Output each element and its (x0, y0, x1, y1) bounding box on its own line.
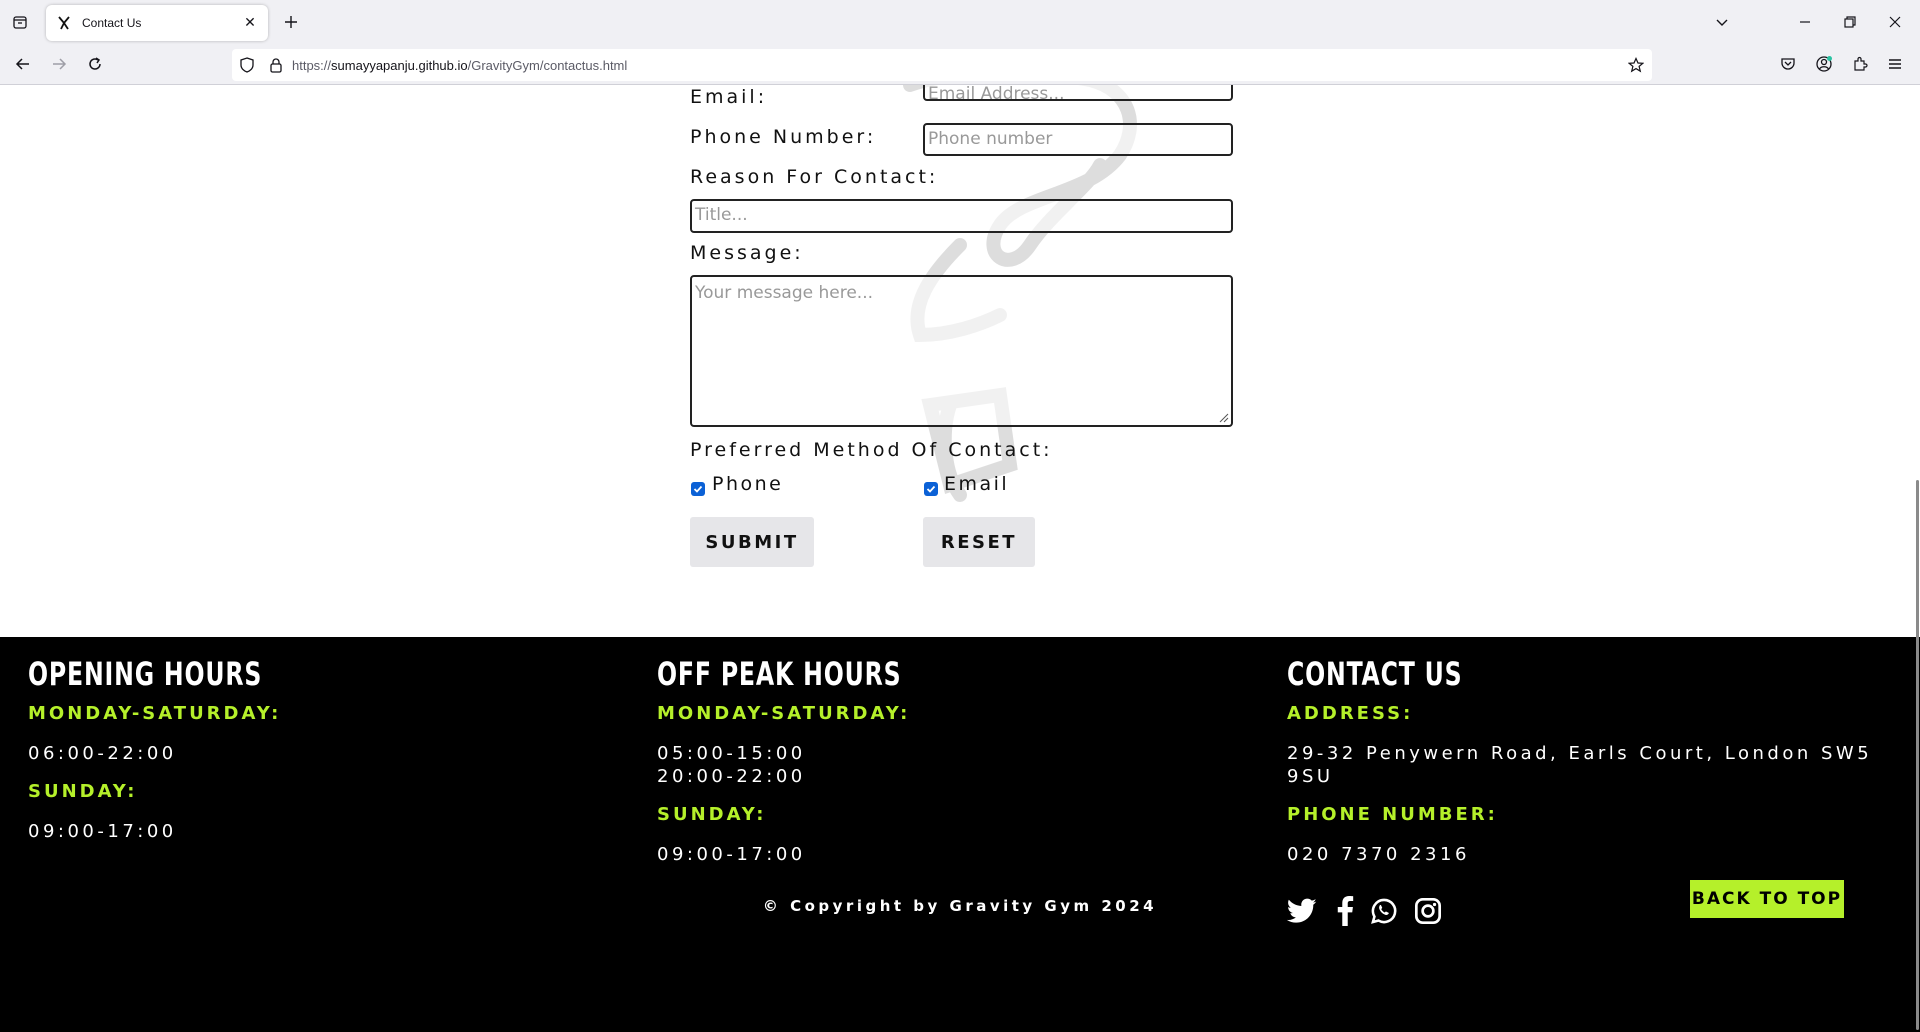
opening-hours-title: OPENING HOURS (28, 655, 263, 693)
opening-weekday-hours: 06:00-22:00 (28, 743, 177, 764)
address-line-2: 9SU (1287, 766, 1334, 787)
footer: OPENING HOURS MONDAY-SATURDAY: 06:00-22:… (0, 637, 1920, 1032)
reason-input[interactable]: Title... (690, 199, 1233, 233)
extensions-icon[interactable] (1849, 53, 1871, 75)
page-scrollbar[interactable] (1916, 480, 1919, 1030)
checkmark-icon (693, 485, 703, 493)
shield-icon[interactable] (239, 57, 255, 77)
address-line-1: 29-32 Penywern Road, Earls Court, London… (1287, 743, 1873, 764)
contact-us-title: CONTACT US (1287, 655, 1463, 693)
phone-option-label[interactable]: Phone (712, 473, 783, 495)
opening-sunday-hours: 09:00-17:00 (28, 821, 177, 842)
opening-weekday-label: MONDAY-SATURDAY: (28, 703, 282, 724)
account-icon[interactable] (1813, 53, 1835, 75)
phone-number-value: 020 7370 2316 (1287, 844, 1470, 865)
offpeak-sunday-hours: 09:00-17:00 (657, 844, 806, 865)
new-tab-icon[interactable] (280, 11, 302, 33)
phone-placeholder: Phone number (928, 129, 1053, 149)
checkmark-icon (926, 485, 936, 493)
browser-tab[interactable]: Contact Us ✕ (46, 5, 268, 41)
restore-icon[interactable] (1838, 10, 1862, 34)
resize-grip-icon[interactable] (1217, 411, 1229, 423)
email-option-label[interactable]: Email (944, 473, 1009, 495)
back-to-top-button[interactable]: BACK TO TOP (1690, 880, 1844, 918)
forward-arrow-icon[interactable] (47, 52, 71, 76)
tab-title: Contact Us (82, 16, 142, 30)
phone-checkbox[interactable] (691, 482, 705, 496)
pocket-icon[interactable] (1777, 53, 1799, 75)
tab-bar: Contact Us ✕ (0, 0, 1920, 44)
copyright-text: © Copyright by Gravity Gym 2024 (762, 897, 1158, 915)
address-label: ADDRESS: (1287, 703, 1414, 724)
close-window-icon[interactable] (1883, 10, 1907, 34)
menu-icon[interactable] (1884, 53, 1906, 75)
back-arrow-icon[interactable] (11, 52, 35, 76)
browser-chrome: Contact Us ✕ https://sumayyapanju.github… (0, 0, 1920, 85)
phone-number-footer-label: PHONE NUMBER: (1287, 804, 1498, 825)
email-checkbox[interactable] (924, 482, 938, 496)
close-tab-icon[interactable]: ✕ (240, 13, 260, 33)
minimize-icon[interactable] (1793, 10, 1817, 34)
page-content: Email: Email Address... Phone Number: Ph… (0, 85, 1920, 1032)
preferred-method-label: Preferred Method Of Contact: (690, 439, 1053, 461)
off-peak-hours-title: OFF PEAK HOURS (657, 655, 902, 693)
email-label: Email: (690, 86, 768, 108)
offpeak-sunday-label: SUNDAY: (657, 804, 767, 825)
tab-list-icon[interactable] (8, 10, 32, 34)
offpeak-weekday-hours-2: 20:00-22:00 (657, 766, 806, 787)
opening-sunday-label: SUNDAY: (28, 781, 138, 802)
gym-favicon-icon (56, 15, 72, 31)
phone-number-input[interactable]: Phone number (923, 123, 1233, 156)
reason-label: Reason For Contact: (690, 166, 939, 188)
url-path: /GravityGym/contactus.html (467, 58, 628, 73)
reload-icon[interactable] (83, 52, 107, 76)
url-host: sumayyapanju.github.io (331, 58, 468, 73)
offpeak-weekday-hours-1: 05:00-15:00 (657, 743, 806, 764)
reason-placeholder: Title... (695, 205, 748, 225)
message-placeholder: Your message here... (695, 283, 874, 303)
message-label: Message: (690, 242, 804, 264)
submit-button[interactable]: SUBMIT (690, 517, 814, 567)
chevron-down-icon[interactable] (1710, 10, 1734, 34)
email-input[interactable]: Email Address... (923, 85, 1233, 101)
reset-button[interactable]: RESET (923, 517, 1035, 567)
offpeak-weekday-label: MONDAY-SATURDAY: (657, 703, 911, 724)
lock-icon[interactable] (268, 57, 284, 77)
phone-number-label: Phone Number: (690, 126, 877, 148)
navigation-bar: https://sumayyapanju.github.io/GravityGy… (0, 44, 1920, 85)
url-prefix: https:// (292, 58, 332, 73)
url-text: https://sumayyapanju.github.io/GravityGy… (292, 58, 627, 73)
email-placeholder: Email Address... (928, 85, 1065, 101)
message-textarea[interactable]: Your message here... (690, 275, 1233, 427)
address-bar[interactable]: https://sumayyapanju.github.io/GravityGy… (232, 49, 1652, 81)
bookmark-star-icon[interactable] (1627, 57, 1645, 77)
